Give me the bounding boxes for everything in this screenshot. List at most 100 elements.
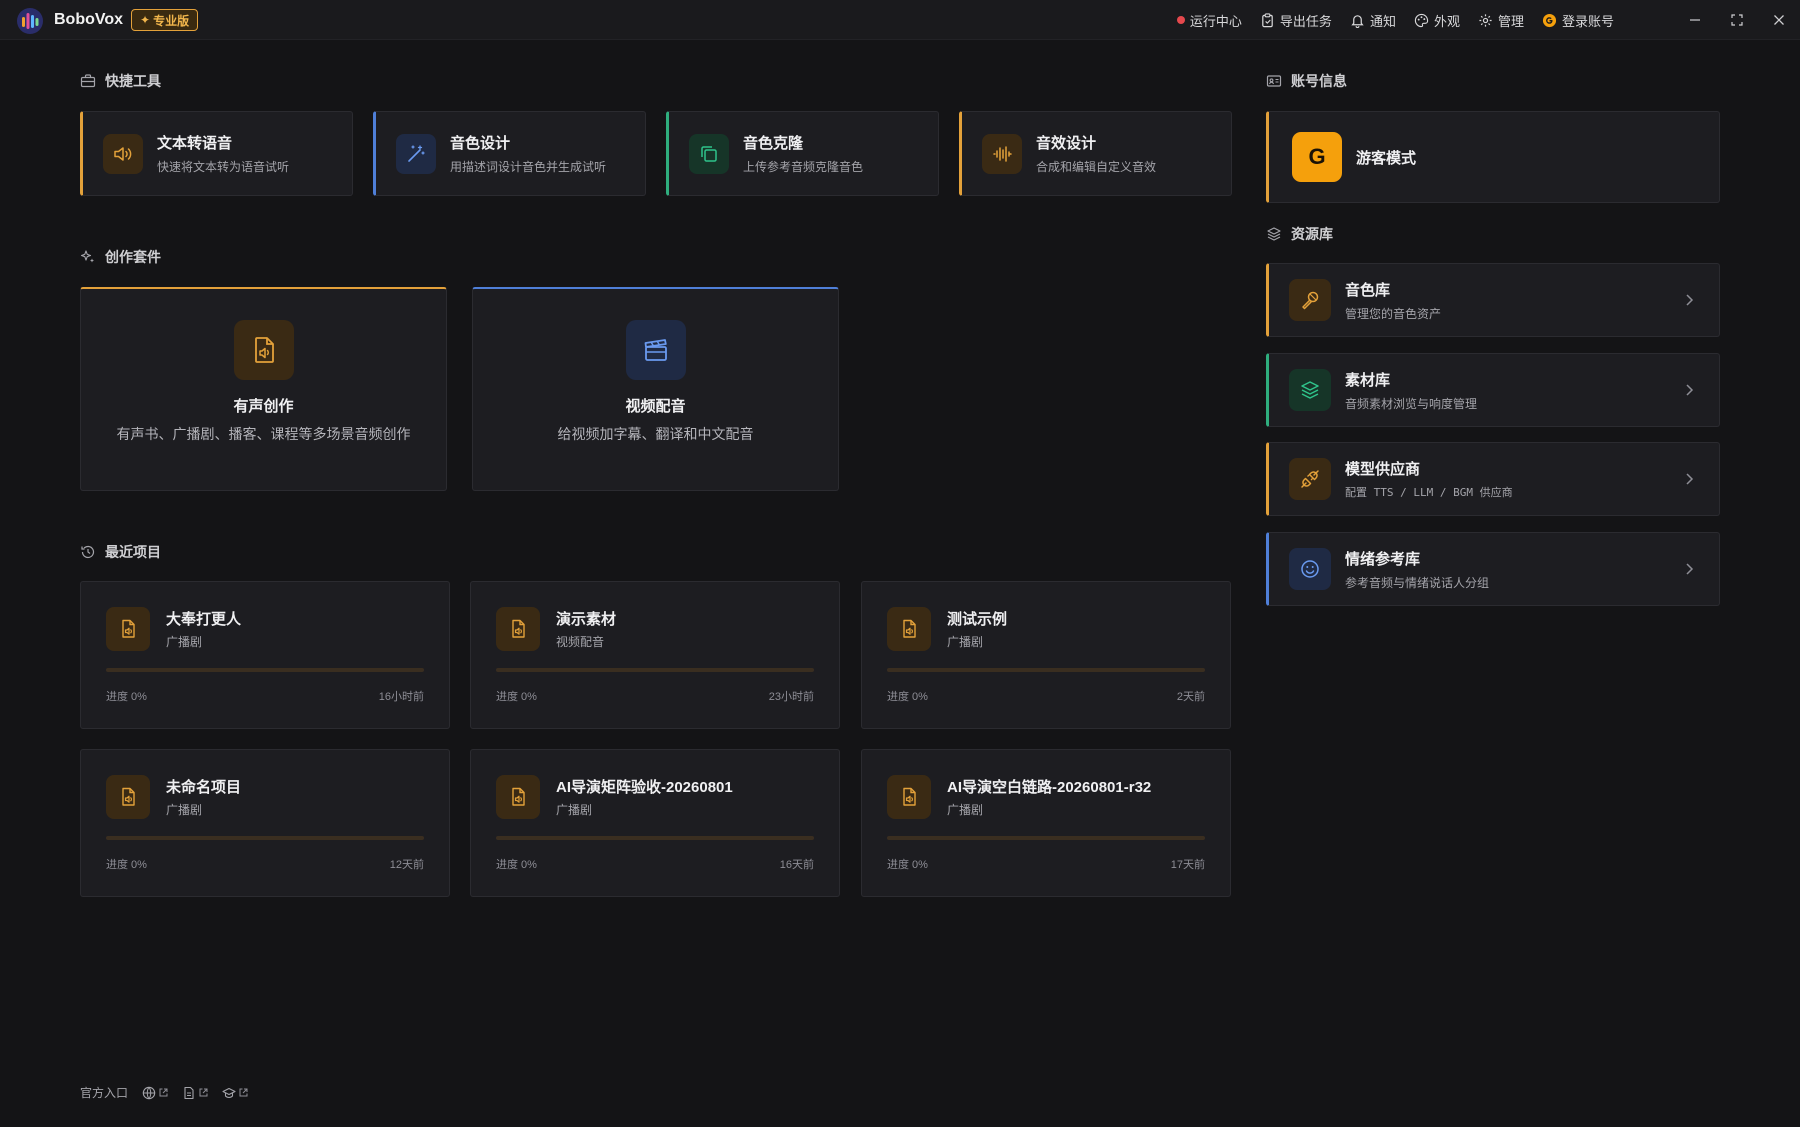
project-progress-label: 进度 0% xyxy=(887,691,928,703)
window-controls xyxy=(1674,0,1800,40)
login-label: 登录账号 xyxy=(1561,13,1614,29)
project-progress-bar xyxy=(496,668,814,672)
login-button[interactable]: 登录账号 xyxy=(1542,11,1614,30)
account-name: 游客模式 xyxy=(1356,149,1417,167)
project-type: 视频配音 xyxy=(556,635,605,649)
suite-audio-creation[interactable]: 有声创作 有声书、广播剧、播客、课程等多场景音频创作 xyxy=(80,287,447,491)
audio-file-icon xyxy=(496,775,540,819)
appearance-button[interactable]: 外观 xyxy=(1414,11,1460,30)
external-link-icon xyxy=(239,1088,248,1097)
tool-title: 文本转语音 xyxy=(157,135,233,152)
id-card-icon xyxy=(1266,75,1282,87)
recent-projects-title: 最近项目 xyxy=(105,544,161,560)
resource-emotion-library[interactable]: 情绪参考库 参考音频与情绪说话人分组 xyxy=(1266,532,1720,606)
resource-model-providers[interactable]: 模型供应商 配置 TTS / LLM / BGM 供应商 xyxy=(1266,442,1720,516)
resources-heading: 资源库 xyxy=(1266,224,1333,244)
audio-file-icon xyxy=(106,775,150,819)
manage-button[interactable]: 管理 xyxy=(1478,11,1524,30)
export-tasks-label: 导出任务 xyxy=(1279,13,1332,29)
project-card[interactable]: 测试示例 广播剧 进度 0% 2天前 xyxy=(861,581,1231,729)
tutorial-link[interactable] xyxy=(222,1086,248,1100)
red-dot-icon xyxy=(1176,16,1185,24)
project-name: 演示素材 xyxy=(556,611,617,628)
palette-icon xyxy=(1414,13,1429,27)
suite-title: 视频配音 xyxy=(625,398,686,415)
project-card[interactable]: AI导演空白链路-20260801-r32 广播剧 进度 0% 17天前 xyxy=(861,749,1231,897)
suite-video-dubbing[interactable]: 视频配音 给视频加字幕、翻译和中文配音 xyxy=(472,287,839,491)
quick-tools-title: 快捷工具 xyxy=(105,73,161,89)
notifications-label: 通知 xyxy=(1369,13,1396,29)
recent-projects-heading: 最近项目 xyxy=(80,542,161,562)
project-card[interactable]: AI导演矩阵验收-20260801 广播剧 进度 0% 16天前 xyxy=(470,749,840,897)
resource-title: 模型供应商 xyxy=(1345,461,1421,478)
maximize-button[interactable] xyxy=(1716,0,1758,40)
tool-text-to-speech[interactable]: 文本转语音 快速将文本转为语音试听 xyxy=(80,111,353,196)
creation-suite-title: 创作套件 xyxy=(105,249,161,265)
layers-icon xyxy=(1289,369,1331,411)
graduation-cap-icon xyxy=(222,1087,236,1098)
project-type: 广播剧 xyxy=(166,635,203,649)
notifications-button[interactable]: 通知 xyxy=(1350,11,1396,30)
resource-desc: 配置 TTS / LLM / BGM 供应商 xyxy=(1345,486,1513,499)
project-progress-label: 进度 0% xyxy=(496,691,537,703)
minimize-icon xyxy=(1690,19,1700,21)
resource-title: 情绪参考库 xyxy=(1345,550,1421,568)
app-name: BoboVox xyxy=(54,11,124,28)
project-name: 大奉打更人 xyxy=(166,611,242,628)
stack-icon xyxy=(1267,227,1281,241)
suite-title: 有声创作 xyxy=(233,398,294,415)
project-progress-label: 进度 0% xyxy=(496,859,537,871)
export-tasks-button[interactable]: 导出任务 xyxy=(1260,11,1332,30)
project-name: 测试示例 xyxy=(947,611,1008,628)
suite-desc: 给视频加字幕、翻译和中文配音 xyxy=(557,426,754,442)
tool-desc: 用描述词设计音色并生成试听 xyxy=(450,160,607,174)
project-progress-label: 进度 0% xyxy=(106,691,147,703)
project-updated-time: 16天前 xyxy=(779,859,814,871)
project-card[interactable]: 演示素材视频配音进度 0% 23小时前 xyxy=(470,581,840,729)
pro-badge[interactable]: ✦ 专业版 xyxy=(131,9,199,31)
tool-desc: 合成和编辑自定义音效 xyxy=(1036,160,1157,174)
project-card[interactable]: 未命名项目 广播剧 进度 0% 12天前 xyxy=(80,749,450,897)
creation-suite-heading: 创作套件 xyxy=(80,247,161,267)
clapperboard-icon xyxy=(625,320,686,380)
resource-voice-library[interactable]: 音色库 管理您的音色资产 xyxy=(1266,263,1720,337)
website-link[interactable] xyxy=(142,1086,168,1100)
waveform-icon xyxy=(982,133,1022,174)
quick-tools-heading: 快捷工具 xyxy=(80,71,161,91)
tool-voice-design[interactable]: 音色设计 用描述词设计音色并生成试听 xyxy=(373,111,646,196)
official-entry-label: 官方入口 xyxy=(80,1086,129,1100)
audio-file-icon xyxy=(106,607,150,651)
chevron-right-icon xyxy=(1686,294,1694,306)
document-icon xyxy=(184,1086,194,1099)
run-center-button[interactable]: 运行中心 xyxy=(1176,11,1242,30)
project-updated-time: 23小时前 xyxy=(768,691,814,703)
minimize-button[interactable] xyxy=(1674,0,1716,40)
project-progress-bar xyxy=(106,836,424,840)
project-progress-bar xyxy=(496,836,814,840)
close-icon xyxy=(1774,15,1784,25)
avatar: G xyxy=(1292,132,1342,182)
gear-icon xyxy=(1479,13,1492,27)
external-link-icon xyxy=(159,1088,168,1097)
smile-icon xyxy=(1289,548,1331,590)
close-button[interactable] xyxy=(1758,0,1800,40)
sparkles-icon xyxy=(80,250,94,263)
account-title: 账号信息 xyxy=(1291,73,1347,89)
tool-desc: 快速将文本转为语音试听 xyxy=(157,160,290,174)
project-updated-time: 16小时前 xyxy=(378,691,424,703)
top-actions: 运行中心 导出任务 通知 外观 管理 登录账号 xyxy=(1176,0,1614,40)
tool-sound-effect-design[interactable]: 音效设计 合成和编辑自定义音效 xyxy=(959,111,1232,196)
resources-title: 资源库 xyxy=(1291,226,1333,242)
project-name: 未命名项目 xyxy=(166,779,242,796)
run-center-label: 运行中心 xyxy=(1189,13,1242,29)
project-card[interactable]: 大奉打更人广播剧进度 0% 16小时前 xyxy=(80,581,450,729)
account-card[interactable]: G 游客模式 xyxy=(1266,111,1720,203)
title-bar: BoboVox ✦ 专业版 运行中心 导出任务 通知 外观 管理 登录账号 xyxy=(0,0,1800,40)
history-icon xyxy=(81,545,95,559)
docs-link[interactable] xyxy=(182,1086,208,1100)
project-updated-time: 17天前 xyxy=(1170,859,1205,871)
resource-material-library[interactable]: 素材库 音频素材浏览与响度管理 xyxy=(1266,353,1720,427)
project-progress-bar xyxy=(106,668,424,672)
account-heading: 账号信息 xyxy=(1266,71,1347,91)
tool-voice-clone[interactable]: 音色克隆 上传参考音频克隆音色 xyxy=(666,111,939,196)
